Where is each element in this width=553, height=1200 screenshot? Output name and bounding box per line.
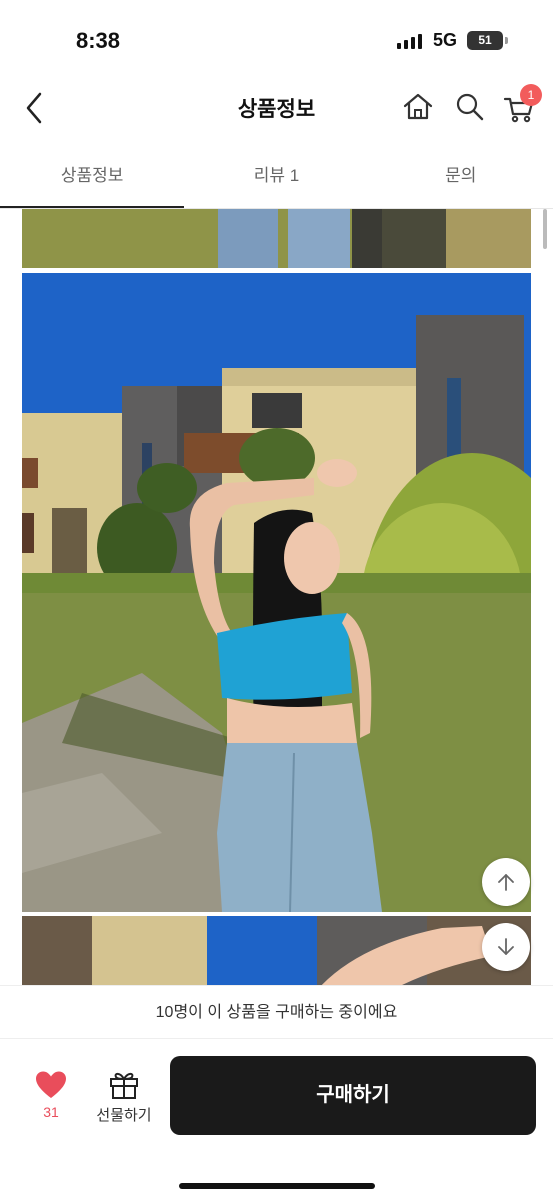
scroll-to-bottom-button[interactable] <box>482 923 530 971</box>
search-button[interactable] <box>453 90 487 124</box>
tab-reviews[interactable]: 리뷰 1 <box>184 145 368 209</box>
tab-bar: 상품정보 리뷰 1 문의 <box>0 145 553 209</box>
tab-inquiry[interactable]: 문의 <box>369 145 553 209</box>
product-photo-bottom <box>22 916 531 985</box>
arrow-down-icon <box>498 938 514 955</box>
app-header: 상품정보 <box>0 80 553 136</box>
tab-product-info[interactable]: 상품정보 <box>0 145 185 209</box>
back-button[interactable] <box>20 90 52 126</box>
purchase-activity-notice: 10명이 이 상품을 구매하는 중이에요 <box>0 985 553 1039</box>
scroll-to-top-button[interactable] <box>482 858 530 906</box>
bottom-action-bar: 31 선물하기 구매하기 <box>0 1040 553 1200</box>
status-bar: 8:38 5G 51 <box>0 0 553 80</box>
scrollbar-thumb[interactable] <box>543 209 547 249</box>
signal-icon <box>397 33 422 49</box>
search-icon <box>456 93 484 121</box>
network-label: 5G <box>433 30 458 50</box>
cart-count-badge: 1 <box>520 84 542 106</box>
home-button[interactable] <box>401 90 435 124</box>
product-detail-content[interactable] <box>0 209 553 985</box>
gift-label: 선물하기 <box>96 1107 152 1124</box>
product-photo-main <box>22 273 531 912</box>
back-icon <box>26 92 42 124</box>
battery-icon: 51 <box>467 31 503 50</box>
heart-icon <box>36 1071 66 1098</box>
like-count: 31 <box>43 1104 59 1120</box>
home-indicator[interactable] <box>179 1183 375 1189</box>
home-icon <box>403 93 433 120</box>
gift-icon <box>110 1072 138 1099</box>
battery-cap <box>505 37 508 44</box>
status-time: 8:38 <box>76 28 121 53</box>
product-photo-top <box>22 209 531 268</box>
buy-button[interactable]: 구매하기 <box>170 1056 536 1135</box>
arrow-up-icon <box>498 874 514 891</box>
